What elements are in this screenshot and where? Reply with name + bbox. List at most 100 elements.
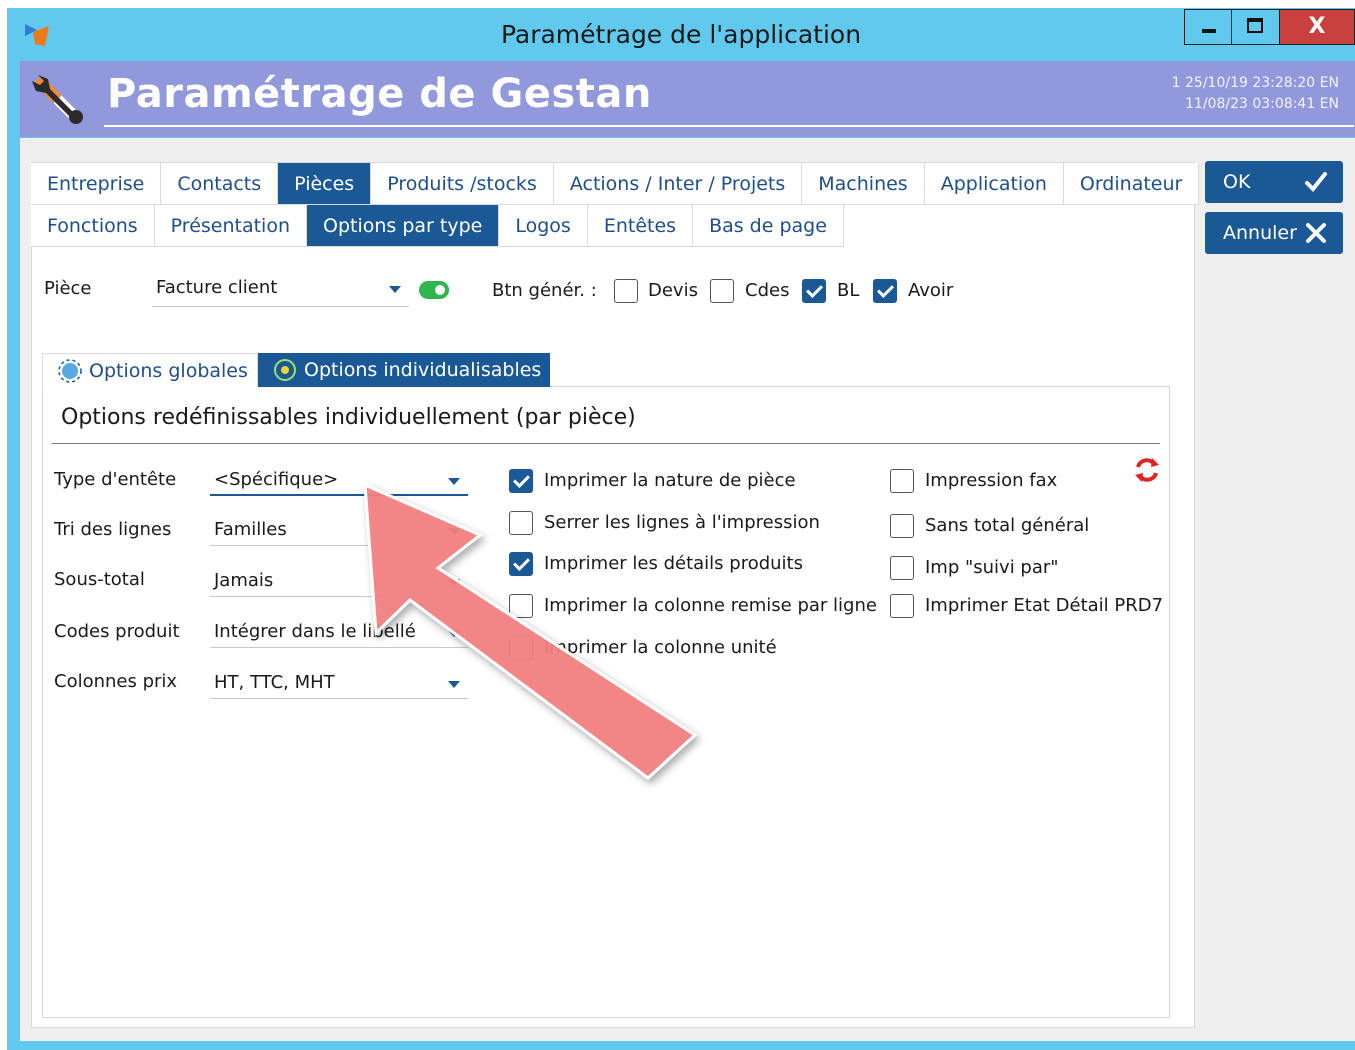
header-info-line1: 1 25/10/19 23:28:20 EN — [1171, 75, 1339, 91]
field-label-colonnes-prix: Colonnes prix — [54, 671, 178, 692]
tab-pieces[interactable]: Pièces — [278, 163, 372, 205]
imprimer-colonne-unite-checkbox[interactable] — [509, 636, 533, 660]
tab-options-globales-label: Options globales — [89, 359, 248, 382]
sans-total-general-label: Sans total général — [925, 515, 1090, 536]
tab-ordinateur[interactable]: Ordinateur — [1063, 163, 1200, 205]
btn-gener-label: Btn génér. : — [492, 280, 597, 301]
tab-fonctions[interactable]: Fonctions — [31, 205, 155, 247]
tab-entreprise[interactable]: Entreprise — [31, 163, 162, 205]
field-label-tri-lignes: Tri des lignes — [54, 519, 172, 540]
imprimer-details-produits-label: Imprimer les détails produits — [544, 553, 803, 574]
minimize-icon — [1202, 29, 1216, 33]
tab-options-individualisables[interactable]: Options individualisables — [258, 353, 550, 387]
imprimer-nature-piece-label: Imprimer la nature de pièce — [544, 470, 796, 491]
tab-produits-stocks[interactable]: Produits /stocks — [371, 163, 554, 205]
chevron-down-icon — [448, 579, 460, 586]
window-bottom-border — [7, 1041, 1355, 1050]
maximize-icon — [1247, 18, 1263, 33]
chevron-down-icon — [448, 681, 460, 688]
minimize-button[interactable] — [1184, 9, 1232, 45]
devis-label: Devis — [648, 280, 698, 301]
chevron-down-icon — [448, 630, 460, 637]
page-title: Paramétrage de Gestan — [107, 71, 652, 117]
tri-lignes-select[interactable]: Familles — [210, 519, 468, 546]
header-info-line2: 11/08/23 03:08:41 EN — [1185, 96, 1339, 112]
tabs-row-2: Fonctions Présentation Options par type … — [31, 205, 844, 247]
app-root: Paramétrage de l'application X Paramétra… — [0, 0, 1355, 1050]
field-label-type-entete: Type d'entête — [54, 469, 177, 490]
field-label-sous-total: Sous-total — [54, 569, 145, 590]
close-x-icon — [1306, 223, 1326, 243]
tab-logos[interactable]: Logos — [499, 205, 588, 247]
tri-lignes-value: Familles — [214, 519, 287, 540]
avoir-checkbox[interactable] — [873, 279, 897, 303]
imprimer-etat-detail-checkbox[interactable] — [890, 594, 914, 618]
ok-button[interactable]: OK — [1205, 161, 1343, 203]
close-button[interactable]: X — [1280, 9, 1355, 45]
sous-total-value: Jamais — [214, 570, 274, 591]
impression-fax-checkbox[interactable] — [890, 469, 914, 493]
title-bar[interactable]: Paramétrage de l'application — [7, 8, 1355, 60]
cdes-label: Cdes — [745, 280, 790, 301]
serrer-lignes-checkbox[interactable] — [509, 511, 533, 535]
imprimer-colonne-unite-label: Imprimer la colonne unité — [544, 637, 777, 658]
tabs-row-1: Entreprise Contacts Pièces Produits /sto… — [31, 163, 1200, 205]
tab-options-globales[interactable]: Options globales — [42, 353, 258, 387]
header-underline — [104, 125, 1354, 127]
impression-fax-label: Impression fax — [925, 470, 1058, 491]
devis-checkbox[interactable] — [614, 279, 638, 303]
cdes-checkbox[interactable] — [710, 279, 734, 303]
avoir-label: Avoir — [908, 280, 954, 301]
tab-entetes[interactable]: Entêtes — [587, 205, 694, 247]
target-icon — [274, 359, 296, 381]
page-header: Paramétrage de Gestan 1 25/10/19 23:28:2… — [20, 61, 1355, 137]
bl-label: BL — [837, 280, 860, 301]
tab-options-par-type[interactable]: Options par type — [307, 205, 500, 247]
colonnes-prix-select[interactable]: HT, TTC, MHT — [210, 672, 468, 699]
header-info: 1 25/10/19 23:28:20 EN 11/08/23 03:08:41… — [1172, 73, 1339, 115]
piece-select[interactable]: Facture client — [152, 277, 409, 307]
globe-icon — [58, 358, 82, 383]
type-entete-value: <Spécifique> — [214, 469, 339, 490]
chevron-down-icon — [448, 478, 460, 485]
imp-suivi-par-checkbox[interactable] — [890, 556, 914, 580]
window-title: Paramétrage de l'application — [500, 20, 862, 49]
chevron-down-icon — [448, 528, 460, 535]
sans-total-general-checkbox[interactable] — [890, 514, 914, 538]
codes-produit-value: Intégrer dans le libellé — [214, 621, 416, 642]
chevron-down-icon — [389, 286, 401, 293]
imprimer-colonne-remise-label: Imprimer la colonne remise par ligne — [544, 595, 877, 616]
refresh-icon[interactable] — [1132, 455, 1162, 485]
bl-checkbox[interactable] — [802, 279, 826, 303]
piece-select-value: Facture client — [156, 277, 278, 298]
piece-label: Pièce — [44, 278, 92, 299]
type-entete-select[interactable]: <Spécifique> — [210, 469, 468, 496]
field-label-codes-produit: Codes produit — [54, 621, 180, 642]
section-divider — [52, 443, 1160, 444]
imprimer-details-produits-checkbox[interactable] — [509, 552, 533, 576]
tab-options-individualisables-label: Options individualisables — [304, 359, 542, 381]
sous-total-select[interactable]: Jamais — [210, 570, 468, 597]
tab-machines[interactable]: Machines — [802, 163, 925, 205]
tab-actions-inter-projets[interactable]: Actions / Inter / Projets — [553, 163, 803, 205]
section-title: Options redéfinissables individuellement… — [61, 405, 636, 430]
maximize-button[interactable] — [1232, 9, 1280, 45]
imp-suivi-par-label: Imp "suivi par" — [925, 557, 1059, 578]
imprimer-etat-detail-label: Imprimer Etat Détail PRD7 — [925, 595, 1164, 616]
colonnes-prix-value: HT, TTC, MHT — [214, 672, 335, 693]
tab-bas-de-page[interactable]: Bas de page — [693, 205, 844, 247]
tab-application[interactable]: Application — [924, 163, 1064, 205]
imprimer-colonne-remise-checkbox[interactable] — [509, 594, 533, 618]
imprimer-nature-piece-checkbox[interactable] — [509, 469, 533, 493]
codes-produit-select[interactable]: Intégrer dans le libellé — [210, 621, 468, 648]
check-icon — [1305, 172, 1327, 192]
cancel-button-label: Annuler — [1223, 222, 1297, 244]
tab-contacts[interactable]: Contacts — [161, 163, 279, 205]
tab-presentation[interactable]: Présentation — [154, 205, 307, 247]
tools-icon — [32, 75, 83, 124]
serrer-lignes-label: Serrer les lignes à l'impression — [544, 512, 820, 533]
cancel-button[interactable]: Annuler — [1205, 212, 1343, 254]
piece-toggle[interactable] — [419, 281, 449, 299]
ok-button-label: OK — [1223, 171, 1251, 193]
toggle-knob — [433, 283, 447, 297]
